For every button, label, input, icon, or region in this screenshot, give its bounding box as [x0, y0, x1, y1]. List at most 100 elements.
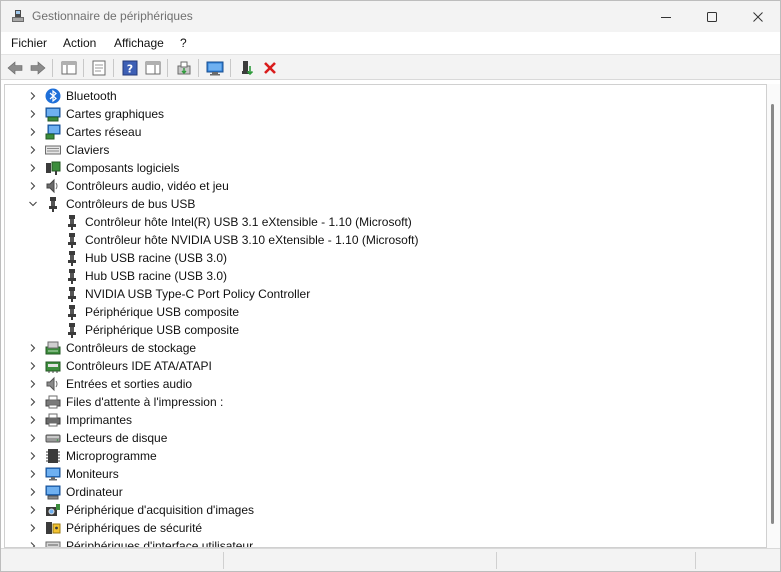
tree-device-item[interactable]: Hub USB racine (USB 3.0) [5, 267, 765, 285]
chevron-right-icon[interactable] [27, 414, 39, 426]
window-title: Gestionnaire de périphériques [32, 9, 193, 23]
chevron-right-icon[interactable] [27, 162, 39, 174]
chevron-right-icon[interactable] [27, 378, 39, 390]
network-adapter-icon [45, 124, 61, 140]
menu-action[interactable]: Action [63, 36, 96, 50]
chevron-right-icon[interactable] [27, 486, 39, 498]
tree-node-label: Contrôleur hôte NVIDIA USB 3.10 eXtensib… [85, 233, 419, 247]
chevron-right-icon[interactable] [27, 108, 39, 120]
chevron-right-icon[interactable] [27, 468, 39, 480]
menu-help[interactable]: ? [180, 36, 187, 50]
tree-category-0[interactable]: Bluetooth [5, 87, 765, 105]
minimize-icon [661, 16, 671, 18]
tree-category-13[interactable]: Microprogramme [5, 447, 765, 465]
tree-node-label: Bluetooth [66, 89, 117, 103]
tree-category-10[interactable]: Files d'attente à l'impression : [5, 393, 765, 411]
tree-category-6[interactable]: Contrôleurs de bus USB [5, 195, 765, 213]
tree-device-item[interactable]: NVIDIA USB Type-C Port Policy Controller [5, 285, 765, 303]
tree-device-item[interactable]: Périphérique USB composite [5, 321, 765, 339]
usb-device-icon [64, 286, 80, 302]
enable-device-button[interactable] [237, 58, 257, 78]
device-tree[interactable]: Bluetooth Cartes graphiques Cartes réseau C… [4, 84, 767, 548]
chevron-down-icon[interactable] [27, 198, 39, 210]
console-tree-button[interactable] [59, 58, 79, 78]
back-button[interactable] [5, 58, 25, 78]
chevron-right-icon[interactable] [27, 144, 39, 156]
action-pane-button[interactable] [143, 58, 163, 78]
chevron-right-icon[interactable] [27, 396, 39, 408]
chevron-right-icon[interactable] [27, 180, 39, 192]
close-button[interactable] [735, 1, 781, 32]
maximize-button[interactable] [689, 1, 735, 32]
scan-hardware-icon [206, 61, 224, 76]
uninstall-device-button[interactable] [260, 58, 280, 78]
close-icon [753, 11, 763, 22]
printer-icon [45, 412, 61, 428]
menu-bar: Fichier Action Affichage ? [1, 32, 780, 54]
scrollbar-thumb[interactable] [771, 104, 774, 524]
security-device-icon [45, 520, 61, 536]
tree-category-2[interactable]: Cartes réseau [5, 123, 765, 141]
tree-node-label: Claviers [66, 143, 110, 157]
chevron-right-icon[interactable] [27, 90, 39, 102]
tree-category-14[interactable]: Moniteurs [5, 465, 765, 483]
chevron-right-icon[interactable] [27, 126, 39, 138]
tree-category-17[interactable]: Périphériques de sécurité [5, 519, 765, 537]
audio-io-icon [45, 376, 61, 392]
computer-icon [45, 484, 61, 500]
tree-node-label: Hub USB racine (USB 3.0) [85, 251, 228, 265]
usb-icon [45, 196, 61, 212]
tree-category-12[interactable]: Lecteurs de disque [5, 429, 765, 447]
tree-category-4[interactable]: Composants logiciels [5, 159, 765, 177]
update-driver-icon [177, 61, 191, 75]
tree-node-label: Entrées et sorties audio [66, 377, 193, 391]
tree-node-label: NVIDIA USB Type-C Port Policy Controller [85, 287, 311, 301]
tree-category-18[interactable]: Périphériques d'interface utilisateur [5, 537, 765, 547]
tree-device-item[interactable]: Hub USB racine (USB 3.0) [5, 249, 765, 267]
minimize-button[interactable] [643, 1, 689, 32]
tree-category-11[interactable]: Imprimantes [5, 411, 765, 429]
tree-device-item[interactable]: Contrôleur hôte NVIDIA USB 3.10 eXtensib… [5, 231, 765, 249]
bluetooth-icon [45, 88, 61, 104]
chevron-right-icon[interactable] [27, 360, 39, 372]
menu-fichier[interactable]: Fichier [11, 36, 47, 50]
firmware-icon [45, 448, 61, 464]
back-arrow-icon [7, 61, 23, 75]
forward-button[interactable] [28, 58, 48, 78]
properties-button[interactable] [89, 58, 109, 78]
chevron-right-icon[interactable] [27, 504, 39, 516]
usb-device-icon [64, 268, 80, 284]
enable-device-icon [242, 61, 254, 76]
tree-node-label: Hub USB racine (USB 3.0) [85, 269, 228, 283]
tree-category-16[interactable]: Périphérique d'acquisition d'images [5, 501, 765, 519]
scan-hardware-button[interactable] [205, 58, 225, 78]
chevron-right-icon[interactable] [27, 522, 39, 534]
tree-node-label: Contrôleurs de stockage [66, 341, 197, 355]
help-button[interactable]: ? [120, 58, 140, 78]
vertical-scrollbar[interactable] [767, 84, 780, 548]
chevron-right-icon[interactable] [27, 342, 39, 354]
svg-text:?: ? [127, 63, 133, 76]
tree-node-label: Files d'attente à l'impression : [66, 395, 224, 409]
tree-category-1[interactable]: Cartes graphiques [5, 105, 765, 123]
tree-node-label: Cartes réseau [66, 125, 142, 139]
chevron-right-icon[interactable] [27, 540, 39, 547]
storage-controller-icon [45, 340, 61, 356]
tree-node-label: Contrôleur hôte Intel(R) USB 3.1 eXtensi… [85, 215, 412, 229]
update-driver-button[interactable] [174, 58, 194, 78]
tree-node-label: Périphériques de sécurité [66, 521, 203, 535]
tree-category-8[interactable]: Contrôleurs IDE ATA/ATAPI [5, 357, 765, 375]
tree-category-7[interactable]: Contrôleurs de stockage [5, 339, 765, 357]
chevron-right-icon[interactable] [27, 432, 39, 444]
tree-device-item[interactable]: Périphérique USB composite [5, 303, 765, 321]
tree-category-5[interactable]: Contrôleurs audio, vidéo et jeu [5, 177, 765, 195]
tree-category-15[interactable]: Ordinateur [5, 483, 765, 501]
tree-category-9[interactable]: Entrées et sorties audio [5, 375, 765, 393]
tree-device-item[interactable]: Contrôleur hôte Intel(R) USB 3.1 eXtensi… [5, 213, 765, 231]
hid-icon [45, 538, 61, 547]
chevron-right-icon[interactable] [27, 450, 39, 462]
menu-affichage[interactable]: Affichage [114, 36, 164, 50]
maximize-icon [707, 11, 717, 22]
help-icon: ? [122, 60, 138, 76]
tree-category-3[interactable]: Claviers [5, 141, 765, 159]
